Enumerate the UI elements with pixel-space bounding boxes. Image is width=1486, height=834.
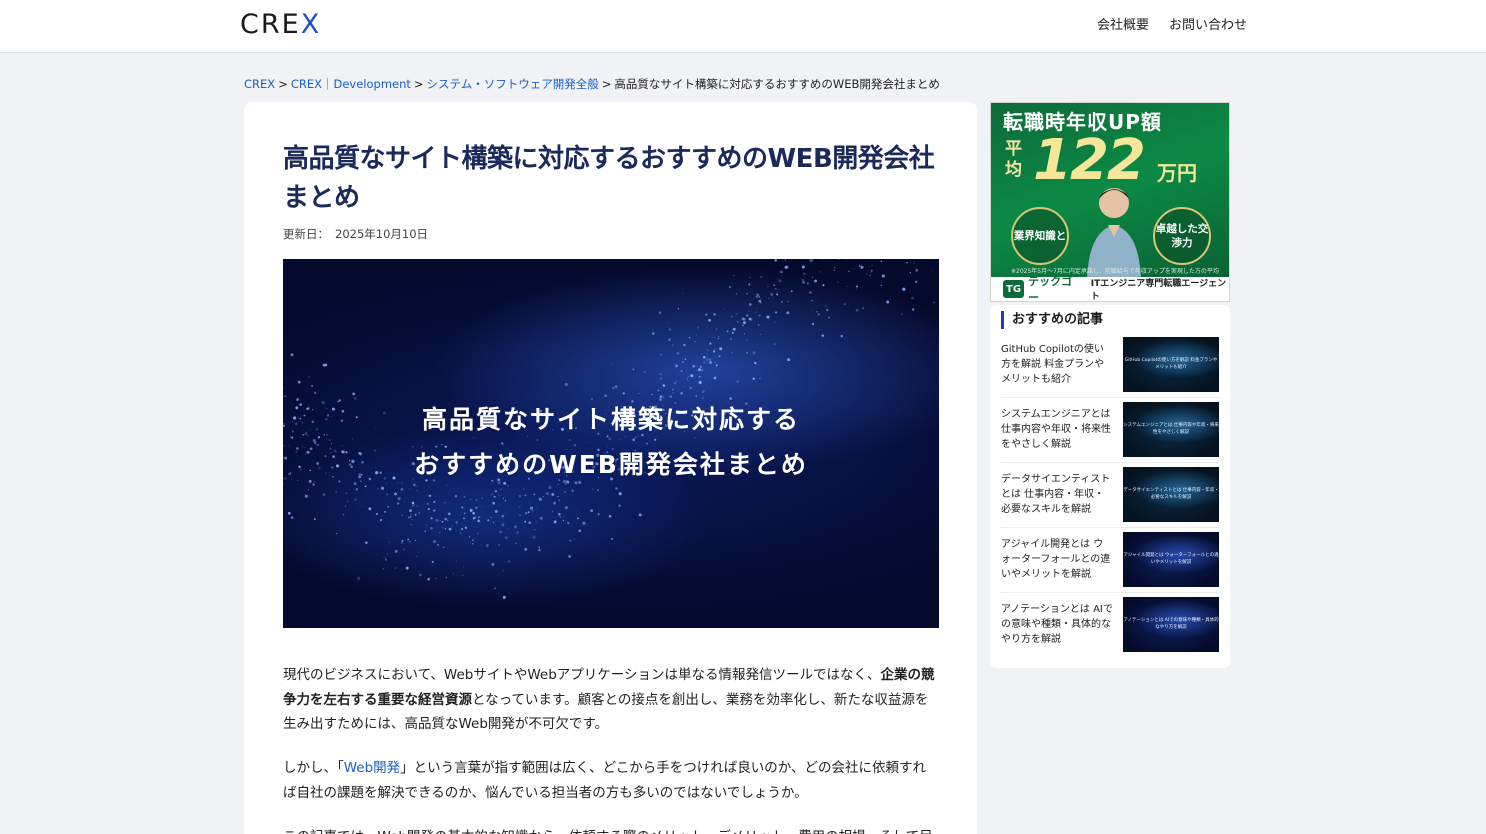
site-header: CREX 会社概要 お問い合わせ [0, 0, 1486, 53]
breadcrumb: CREX > CREX｜Development > システム・ソフトウェア開発全般 > 高品… [244, 76, 940, 92]
breadcrumb-home[interactable]: CREX [244, 77, 275, 91]
recommended-item-title: アジャイル開発とは ウォーターフォールとの違いやメリットを解説 [1001, 539, 1111, 580]
paragraph-second: しかし、「Web開発」という言葉が指す範囲は広く、どこから手をつければ良いのか、… [283, 756, 939, 805]
updated-label: 更新日： [283, 227, 329, 241]
ad-badge-knowledge: 業界知識と [1011, 207, 1069, 265]
recommended-item-title: システムエンジニアとは 仕事内容や年収・将来性をやさしく解説 [1001, 409, 1111, 450]
person-illustration [1087, 188, 1141, 279]
ad-footer: TG テックゴー ITエンジニア専門転職エージェント [991, 275, 1229, 302]
site-logo[interactable]: CREX [240, 9, 321, 41]
recommended-item-title: アノテーションとは AIでの意味や種類・具体的なやり方を解説 [1001, 604, 1113, 645]
item-divider [1001, 527, 1219, 528]
nav-contact[interactable]: お問い合わせ [1169, 17, 1247, 35]
recommended-item-title: GitHub Copilotの使い方を解説 料金プランやメリットも紹介 [1001, 344, 1105, 385]
hero-line-2: おすすめのWEB開発会社まとめ [414, 450, 808, 479]
hero-image: 高品質なサイト構築に対応する おすすめのWEB開発会社まとめ [283, 259, 939, 628]
item-divider [1001, 462, 1219, 463]
item-divider [1001, 397, 1219, 398]
breadcrumb-current: 高品質なサイト構築に対応するおすすめのWEB開発会社まとめ [614, 77, 940, 91]
hero-caption: 高品質なサイト構築に対応する おすすめのWEB開発会社まとめ [283, 397, 939, 487]
ad-badge-negotiation: 卓越した交渉力 [1153, 207, 1211, 265]
logo-text: CRE [240, 9, 301, 40]
recommended-item-thumbnail: システムエンジニアとは 仕事内容や年収・将来性をやさしく解説 [1123, 402, 1219, 457]
breadcrumb-sep: > [413, 77, 424, 91]
breadcrumb-sep: > [278, 77, 288, 91]
article-card: 高品質なサイト構築に対応するおすすめのWEB開発会社まとめ 更新日： 2025年1… [244, 102, 977, 834]
thumbnail-caption: アジャイル開発とは ウォーターフォールとの違いやメリットを解説 [1123, 553, 1219, 565]
updated-date: 更新日： 2025年10月10日 [283, 226, 428, 242]
ad-average-label: 平均 [1005, 139, 1022, 180]
recommended-item-thumbnail: GitHub Copilotの使い方を解説 料金プランやメリットも紹介 [1123, 337, 1219, 392]
updated-value: 2025年10月10日 [335, 227, 429, 241]
thumbnail-caption: GitHub Copilotの使い方を解説 料金プランやメリットも紹介 [1124, 358, 1218, 370]
recommended-articles: おすすめの記事 GitHub Copilotの使い方を解説 料金プランやメリット… [990, 305, 1230, 668]
recommended-item[interactable]: GitHub Copilotの使い方を解説 料金プランやメリットも紹介 GitH… [1001, 337, 1219, 402]
thumbnail-caption: アノテーションとは AIでの意味や種類・具体的なやり方を解説 [1123, 618, 1219, 630]
ad-unit: 万円 [1157, 161, 1197, 185]
recommended-item[interactable]: データサイエンティストとは 仕事内容・年収・必要なスキルを解説 データサイエンテ… [1001, 462, 1219, 532]
thumbnail-caption: データサイエンティストとは 仕事内容・年収・必要なスキルを解説 [1123, 488, 1219, 500]
recommended-item[interactable]: アノテーションとは AIでの意味や種類・具体的なやり方を解説 アノテーションとは… [1001, 592, 1219, 662]
recommended-item[interactable]: システムエンジニアとは 仕事内容や年収・将来性をやさしく解説 システムエンジニア… [1001, 397, 1219, 467]
paragraph-text: しかし、「 [283, 760, 344, 776]
breadcrumb-sep: > [601, 77, 612, 91]
paragraph-text: 現代のビジネスにおいて、WebサイトやWebアプリケーションは単なる情報発信ツー… [283, 667, 881, 683]
nav-company[interactable]: 会社概要 [1097, 17, 1149, 35]
recommended-item-thumbnail: アノテーションとは AIでの意味や種類・具体的なやり方を解説 [1123, 597, 1219, 652]
logo-x: X [300, 9, 322, 40]
paragraph-third: この記事では、Web開発の基本的な知識から、依頼する際のメリット・デメリット、費… [283, 825, 939, 834]
breadcrumb-development[interactable]: CREX｜Development [291, 77, 411, 91]
article-title: 高品質なサイト構築に対応するおすすめのWEB開発会社まとめ [283, 144, 935, 213]
recommended-item-title: データサイエンティストとは 仕事内容・年収・必要なスキルを解説 [1001, 474, 1111, 515]
ad-brand: テックゴー [1028, 275, 1073, 302]
ad-banner[interactable]: 転職時年収UP額 平均 122 万円 業界知識と 卓越した交渉力 ※2025年5… [990, 102, 1230, 302]
recommended-item-thumbnail: アジャイル開発とは ウォーターフォールとの違いやメリットを解説 [1123, 532, 1219, 587]
thumbnail-caption: システムエンジニアとは 仕事内容や年収・将来性をやさしく解説 [1123, 423, 1219, 435]
ad-tagline: ITエンジニア専門転職エージェント [1090, 279, 1227, 302]
recommended-item[interactable]: アジャイル開発とは ウォーターフォールとの違いやメリットを解説 アジャイル開発と… [1001, 527, 1219, 597]
web-dev-link[interactable]: Web開発 [344, 760, 400, 776]
recommended-item-thumbnail: データサイエンティストとは 仕事内容・年収・必要なスキルを解説 [1123, 467, 1219, 522]
hero-line-1: 高品質なサイト構築に対応する [421, 405, 800, 434]
item-divider [1001, 592, 1219, 593]
main-nav: 会社概要 お問い合わせ [1097, 17, 1247, 35]
paragraph-intro: 現代のビジネスにおいて、WebサイトやWebアプリケーションは単なる情報発信ツー… [283, 663, 939, 737]
breadcrumb-category[interactable]: システム・ソフトウェア開発全般 [427, 77, 599, 91]
techgo-logo-icon: TG [1003, 280, 1025, 298]
recommended-heading: おすすめの記事 [1001, 311, 1103, 329]
